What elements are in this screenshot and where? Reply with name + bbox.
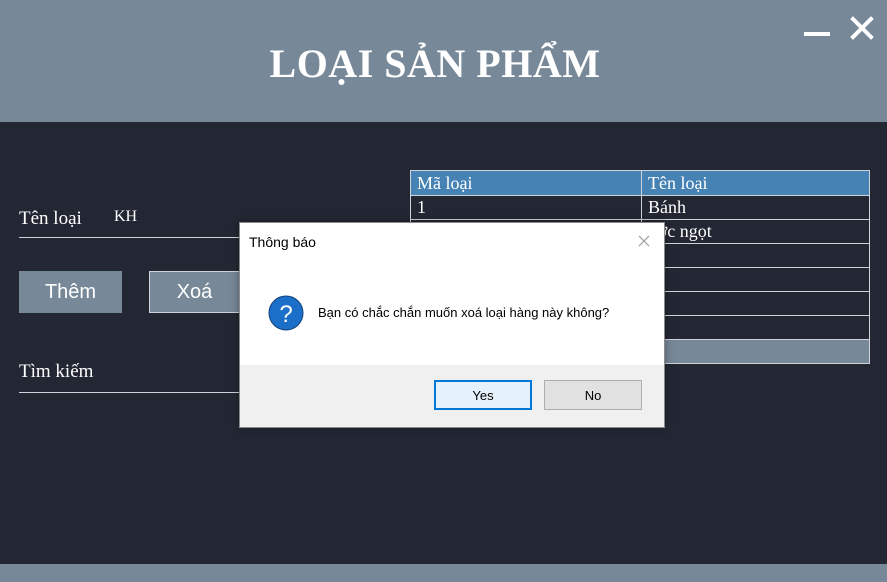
page-title: LOẠI SẢN PHẨM [269,41,601,86]
cell-name[interactable]: à [641,267,870,292]
status-bar [0,564,887,582]
cell-name[interactable]: Bánh [641,195,870,220]
minimize-icon [804,32,830,36]
table-row[interactable]: 1 Bánh [410,195,870,220]
search-input[interactable] [19,392,240,393]
confirm-dialog: Thông báo ? Bạn có chắc chắn muốn xoá lo… [239,222,665,428]
cell-name[interactable]: ra [641,315,870,340]
close-icon [638,235,650,247]
dialog-close-button[interactable] [637,234,651,248]
name-input[interactable]: KH [114,208,137,226]
dialog-message: Bạn có chắc chắn muốn xoá loại hàng này … [318,305,610,320]
column-header-name[interactable]: Tên loại [641,170,870,196]
cell-name[interactable]: ch [641,291,870,316]
title-bar: LOẠI SẢN PHẨM [0,0,887,122]
question-icon: ? [268,295,304,331]
dialog-title: Thông báo [249,234,316,250]
cell-name[interactable]: H [641,339,870,364]
add-button[interactable]: Thêm [19,271,122,313]
search-label: Tìm kiếm [19,361,94,382]
svg-text:?: ? [279,301,292,328]
dialog-button-bar: Yes No [240,365,664,427]
cell-name[interactable]: eo [641,243,870,268]
close-button[interactable] [850,16,874,40]
yes-button[interactable]: Yes [434,380,532,410]
column-header-id[interactable]: Mã loại [410,170,642,196]
table-header-row: Mã loại Tên loại [410,170,870,196]
cell-id[interactable]: 1 [410,195,642,220]
minimize-button[interactable] [804,16,830,40]
name-label: Tên loại [19,208,82,229]
delete-button[interactable]: Xoá [149,271,240,313]
name-input-underline [19,237,240,238]
cell-name[interactable]: ước ngọt [641,219,870,244]
close-icon [850,16,874,40]
no-button[interactable]: No [544,380,642,410]
